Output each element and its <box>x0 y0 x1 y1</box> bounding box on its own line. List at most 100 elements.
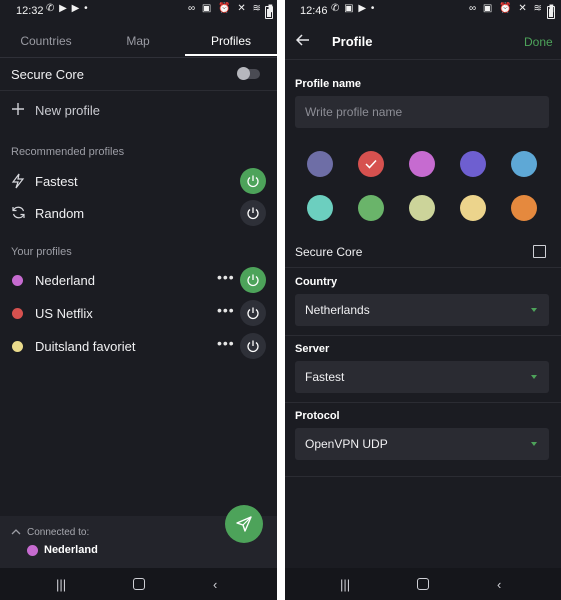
connected-profile-name: Nederland <box>44 544 98 556</box>
system-status-icons: ∞ ▣ ⏰ ✕ ≋ ▮ <box>188 3 276 14</box>
profile-color-dot <box>12 341 23 352</box>
profile-color-dot <box>12 275 23 286</box>
recommended-item-label: Fastest <box>35 174 78 189</box>
color-swatch[interactable] <box>358 195 384 221</box>
power-icon <box>247 274 259 287</box>
notification-icons: ✆ ▶ ▶ • <box>46 3 89 14</box>
status-time: 12:32 <box>16 5 44 17</box>
profile-item-nederland[interactable]: Nederland ••• <box>0 266 277 294</box>
color-swatch[interactable] <box>511 195 537 221</box>
done-button[interactable]: Done <box>524 35 553 49</box>
profiles-screen: 12:32 ✆ ▶ ▶ • ∞ ▣ ⏰ ✕ ≋ ▮ Countries Map … <box>0 0 277 600</box>
more-options-icon[interactable]: ••• <box>217 269 235 285</box>
recommended-profiles-heading: Recommended profiles <box>11 146 125 158</box>
system-status-icons: ∞ ▣ ⏰ ✕ ≋ ▮ <box>469 3 557 14</box>
protocol-value: OpenVPN UDP <box>305 437 388 451</box>
home-icon[interactable] <box>417 578 429 590</box>
power-icon <box>247 307 259 320</box>
power-button[interactable] <box>240 267 266 293</box>
system-nav-bar: ||| ‹ <box>0 568 277 600</box>
recommended-item-label: Random <box>35 206 85 221</box>
profile-edit-screen: 12:46 ✆ ▣ ▶ • ∞ ▣ ⏰ ✕ ≋ ▮ Profile Done P… <box>285 0 561 600</box>
more-options-icon[interactable]: ••• <box>217 302 235 318</box>
home-icon[interactable] <box>133 578 145 590</box>
color-swatch[interactable] <box>307 195 333 221</box>
system-nav-bar: ||| ‹ <box>285 568 561 600</box>
tab-map[interactable]: Map <box>92 24 184 57</box>
divider <box>0 90 277 91</box>
page-title: Profile <box>332 34 373 49</box>
refresh-icon <box>12 206 25 219</box>
new-profile-button[interactable]: New profile <box>9 99 269 121</box>
secure-core-checkbox[interactable] <box>533 245 546 258</box>
power-button[interactable] <box>240 168 266 194</box>
power-button[interactable] <box>240 333 266 359</box>
lightning-icon <box>11 173 25 189</box>
tab-countries[interactable]: Countries <box>0 24 92 57</box>
dropdown-caret-icon <box>531 442 537 446</box>
server-label: Server <box>295 343 330 355</box>
color-swatch[interactable] <box>409 151 435 177</box>
secure-core-label: Secure Core <box>295 245 363 259</box>
profile-name-label: Profile name <box>295 78 362 90</box>
recents-icon[interactable]: ||| <box>56 577 66 592</box>
check-icon <box>365 159 377 169</box>
back-icon[interactable]: ‹ <box>213 577 217 592</box>
profile-item-us-netflix[interactable]: US Netflix ••• <box>0 299 277 327</box>
back-icon[interactable]: ‹ <box>497 577 501 592</box>
plus-icon <box>12 103 24 115</box>
power-icon <box>247 175 259 188</box>
quick-connect-button[interactable] <box>225 505 263 543</box>
server-select[interactable]: Fastest <box>295 361 549 393</box>
profile-item-duitsland-favoriet[interactable]: Duitsland favoriet ••• <box>0 332 277 360</box>
color-swatch-selected[interactable] <box>358 151 384 177</box>
profile-item-label: Nederland <box>35 273 95 288</box>
chevron-up-icon[interactable] <box>11 528 21 535</box>
recents-icon[interactable]: ||| <box>340 577 350 592</box>
country-select[interactable]: Netherlands <box>295 294 549 326</box>
country-value: Netherlands <box>305 303 370 317</box>
protocol-select[interactable]: OpenVPN UDP <box>295 428 549 460</box>
tab-bar: Countries Map Profiles <box>0 24 277 58</box>
color-swatch[interactable] <box>460 195 486 221</box>
power-icon <box>247 340 259 353</box>
status-bar: 12:32 ✆ ▶ ▶ • ∞ ▣ ⏰ ✕ ≋ ▮ <box>0 0 277 24</box>
notification-icons: ✆ ▣ ▶ • <box>331 3 376 14</box>
color-swatch[interactable] <box>307 151 333 177</box>
battery-icon <box>265 6 273 19</box>
divider <box>285 476 561 477</box>
color-swatch[interactable] <box>409 195 435 221</box>
profile-name-placeholder: Write profile name <box>305 105 403 119</box>
divider <box>285 267 561 268</box>
color-swatch[interactable] <box>511 151 537 177</box>
your-profiles-heading: Your profiles <box>11 246 72 258</box>
secure-core-label: Secure Core <box>11 67 84 82</box>
recommended-item-random[interactable]: Random <box>0 199 277 227</box>
tab-indicator <box>185 54 277 56</box>
power-button[interactable] <box>240 200 266 226</box>
profile-item-label: US Netflix <box>35 306 93 321</box>
divider <box>285 59 561 60</box>
tab-profiles[interactable]: Profiles <box>185 24 277 57</box>
back-arrow-icon[interactable] <box>296 34 310 46</box>
status-bar: 12:46 ✆ ▣ ▶ • ∞ ▣ ⏰ ✕ ≋ ▮ <box>285 0 561 24</box>
connected-to-label: Connected to: <box>27 527 90 538</box>
more-options-icon[interactable]: ••• <box>217 335 235 351</box>
protocol-label: Protocol <box>295 410 340 422</box>
connected-profile-dot <box>27 545 38 556</box>
divider <box>285 335 561 336</box>
battery-icon <box>547 6 555 19</box>
divider <box>285 402 561 403</box>
color-swatch[interactable] <box>460 151 486 177</box>
status-time: 12:46 <box>300 5 328 17</box>
power-button[interactable] <box>240 300 266 326</box>
profile-name-field[interactable]: Write profile name <box>295 96 549 128</box>
color-picker <box>285 150 561 230</box>
profile-item-label: Duitsland favoriet <box>35 339 136 354</box>
recommended-item-fastest[interactable]: Fastest <box>0 167 277 195</box>
send-icon <box>236 516 252 532</box>
secure-core-toggle[interactable] <box>237 67 260 80</box>
profile-color-dot <box>12 308 23 319</box>
country-label: Country <box>295 276 338 288</box>
power-icon <box>247 207 259 220</box>
